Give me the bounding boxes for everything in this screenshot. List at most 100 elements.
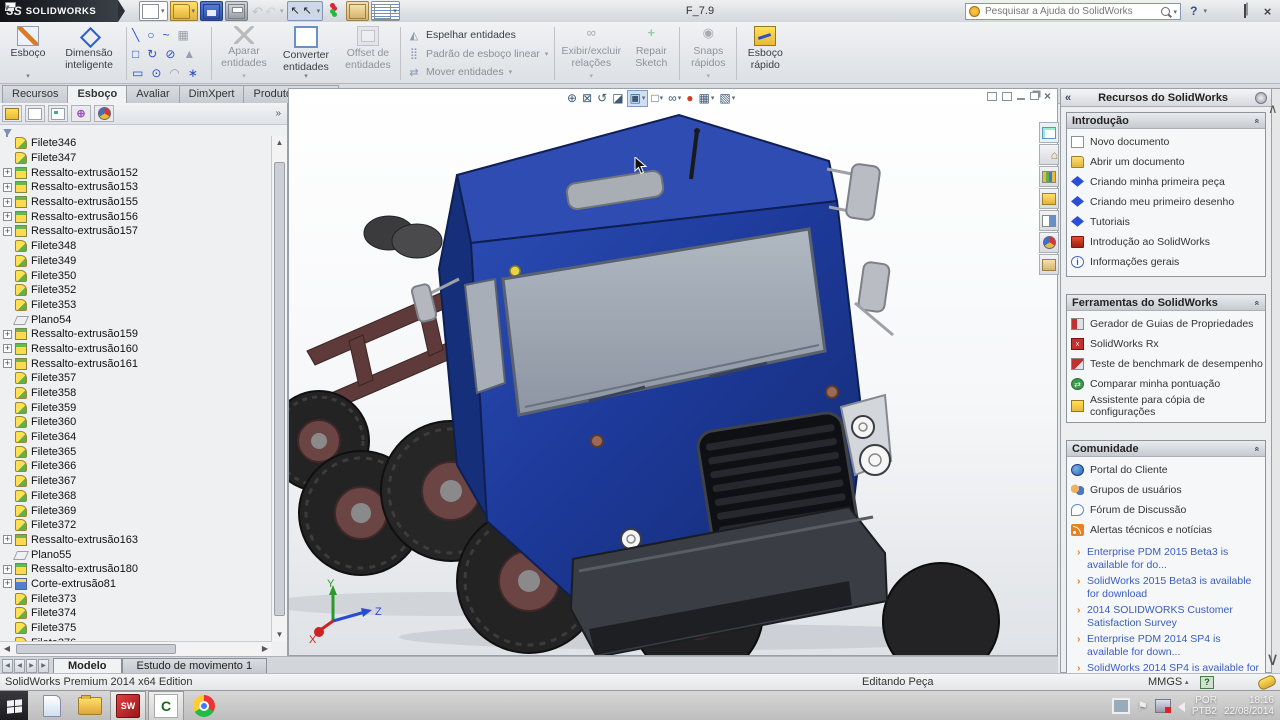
sketch-button[interactable]: Esboço ▾ <box>2 24 54 83</box>
tree-item[interactable]: + Filete350 <box>2 268 272 283</box>
tree-item[interactable]: + Ressalto-extrusão159 <box>2 327 272 342</box>
quick-tips-icon[interactable]: ? <box>1200 676 1214 689</box>
quick-access-button[interactable] <box>200 1 223 21</box>
tab-nav-button[interactable]: ◀ <box>2 659 13 673</box>
sketch-entity-button[interactable]: ▲ <box>183 47 195 61</box>
tree-item[interactable]: + Filete368 <box>2 489 272 504</box>
convert-entities-button[interactable]: Converter entidades ▾ <box>274 24 338 83</box>
tree-item[interactable]: + Filete366 <box>2 459 272 474</box>
volume-icon[interactable] <box>1178 702 1185 712</box>
scrollbar-thumb[interactable] <box>274 162 285 616</box>
command-tab[interactable]: Recursos <box>2 85 68 103</box>
viewport-close-icon[interactable]: × <box>1044 91 1051 101</box>
view-tool-button[interactable]: ▦ <box>696 91 716 106</box>
sketch-entity-button[interactable]: ○ <box>147 28 154 42</box>
help-dropdown-icon[interactable]: ▾ <box>1203 7 1207 15</box>
tree-item[interactable]: + Corte-extrusão81 <box>2 577 272 592</box>
action-center-icon[interactable]: ⚑ <box>1137 700 1148 712</box>
pin-icon[interactable] <box>1255 92 1267 104</box>
tree-item[interactable]: + Plano54 <box>2 312 272 327</box>
network-icon[interactable] <box>1155 699 1171 713</box>
scroll-down-icon[interactable]: ▼ <box>272 628 287 642</box>
tree-item[interactable]: + Ressalto-extrusão155 <box>2 195 272 210</box>
task-pane-tab[interactable] <box>1039 232 1059 253</box>
task-pane-link[interactable]: Alertas técnicos e notícias <box>1071 520 1263 540</box>
tree-item[interactable]: + Ressalto-extrusão157 <box>2 224 272 239</box>
expand-toggle-icon[interactable]: + <box>3 565 12 574</box>
tree-item[interactable]: + Plano55 <box>2 547 272 562</box>
scroll-right-icon[interactable]: ▶ <box>258 642 272 656</box>
scroll-left-icon[interactable]: ◀ <box>0 642 14 656</box>
dropdown-icon[interactable]: ▾ <box>26 73 30 81</box>
task-pane-link[interactable]: Assistente para cópia de configurações <box>1071 394 1263 418</box>
help-search-box[interactable]: ▾ <box>965 3 1181 20</box>
viewport-pane-icon[interactable] <box>987 92 997 101</box>
task-pane-tab[interactable] <box>1039 210 1059 231</box>
tree-item[interactable]: + Ressalto-extrusão152 <box>2 165 272 180</box>
tree-item[interactable]: + Ressalto-extrusão163 <box>2 533 272 548</box>
minimize-button[interactable] <box>1213 5 1230 18</box>
command-tab[interactable]: Esboço <box>67 85 127 103</box>
sketch-entity-button[interactable]: ⊙ <box>151 66 161 80</box>
tab-nav-button[interactable]: ▶ <box>38 659 49 673</box>
expand-toggle-icon[interactable]: + <box>3 535 12 544</box>
panel-overflow-button[interactable]: » <box>275 108 285 119</box>
view-tool-button[interactable]: ↺ <box>595 91 609 106</box>
sketch-entity-button[interactable]: ∗ <box>188 66 198 80</box>
display-manager-tab[interactable] <box>94 105 114 122</box>
sketch-entity-button[interactable]: ◠ <box>169 66 179 80</box>
clock[interactable]: 18:16 22/08/2014 <box>1224 695 1274 717</box>
tree-vertical-scrollbar[interactable]: ▲ ▼ <box>271 136 287 642</box>
tree-item[interactable]: + Filete359 <box>2 400 272 415</box>
expand-toggle-icon[interactable]: + <box>3 183 12 192</box>
view-tool-button[interactable]: ∞ <box>666 91 683 106</box>
section-header[interactable]: Introdução « <box>1067 113 1265 129</box>
task-pane-link[interactable]: Tutoriais <box>1071 212 1263 232</box>
tree-item[interactable]: + Filete346 <box>2 136 272 151</box>
tab-nav-button[interactable]: ◀ <box>14 659 25 673</box>
section-header[interactable]: Ferramentas do SolidWorks « <box>1067 295 1265 311</box>
viewport-minimize-icon[interactable] <box>1017 98 1025 100</box>
task-pane-link[interactable]: Fórum de Discussão <box>1071 500 1263 520</box>
tree-item[interactable]: + Filete372 <box>2 518 272 533</box>
tree-item[interactable]: + Filete349 <box>2 254 272 269</box>
view-tool-button[interactable]: ▣ <box>627 90 649 107</box>
task-pane-link[interactable]: Informações gerais <box>1071 252 1263 272</box>
task-pane-tab[interactable] <box>1039 188 1059 209</box>
task-pane-link[interactable]: Gerador de Guias de Propriedades <box>1071 314 1263 334</box>
collapse-chevron-icon[interactable]: « <box>1252 300 1262 305</box>
scrollbar-thumb[interactable] <box>16 644 176 654</box>
feature-tree-tab[interactable] <box>2 105 22 122</box>
tree-item[interactable]: + Ressalto-extrusão156 <box>2 209 272 224</box>
taskbar-notepad-button[interactable] <box>34 691 70 720</box>
quick-access-button[interactable] <box>225 1 248 21</box>
linear-sketch-pattern-button[interactable]: ⣿Padrão de esboço linear▾ <box>407 46 548 62</box>
language-indicator[interactable]: POR PTB2 <box>1192 695 1217 717</box>
expand-toggle-icon[interactable]: + <box>3 359 12 368</box>
tree-item[interactable]: + Ressalto-extrusão161 <box>2 356 272 371</box>
tree-item[interactable]: + Ressalto-extrusão160 <box>2 342 272 357</box>
expand-toggle-icon[interactable]: + <box>3 227 12 236</box>
model-motion-tab[interactable]: Modelo <box>53 658 122 674</box>
collapse-chevron-icon[interactable]: « <box>1252 118 1262 123</box>
quick-access-button[interactable] <box>287 1 323 21</box>
sketch-entity-button[interactable]: ~ <box>162 28 169 42</box>
quick-access-button[interactable] <box>325 2 344 20</box>
taskbar-chrome-button[interactable] <box>186 691 222 720</box>
quick-access-button[interactable] <box>371 1 400 21</box>
taskbar-explorer-button[interactable] <box>72 691 108 720</box>
view-tool-button[interactable]: ⊠ <box>580 91 594 106</box>
display-delete-relations-button[interactable]: ∞ Exibir/excluir relações ▾ <box>557 24 625 83</box>
expand-toggle-icon[interactable]: + <box>3 344 12 353</box>
smart-dimension-button[interactable]: Dimensão inteligente <box>54 24 124 83</box>
expand-toggle-icon[interactable]: + <box>3 579 12 588</box>
quick-snaps-button[interactable]: ◉ Snaps rápidos ▾ <box>682 24 734 83</box>
help-button[interactable]: ? <box>1190 4 1197 18</box>
expand-toggle-icon[interactable]: + <box>3 212 12 221</box>
viewport-restore-icon[interactable] <box>1030 92 1039 100</box>
task-pane-link[interactable]: Novo documento <box>1071 132 1263 152</box>
tree-item[interactable]: + Filete358 <box>2 386 272 401</box>
task-pane-link[interactable]: Criando meu primeiro desenho <box>1071 192 1263 212</box>
tree-item[interactable]: + Filete373 <box>2 591 272 606</box>
graphics-viewport[interactable]: ⊕⊠↺◪▣□∞●▦▧ × Y Z X <box>288 88 1058 656</box>
